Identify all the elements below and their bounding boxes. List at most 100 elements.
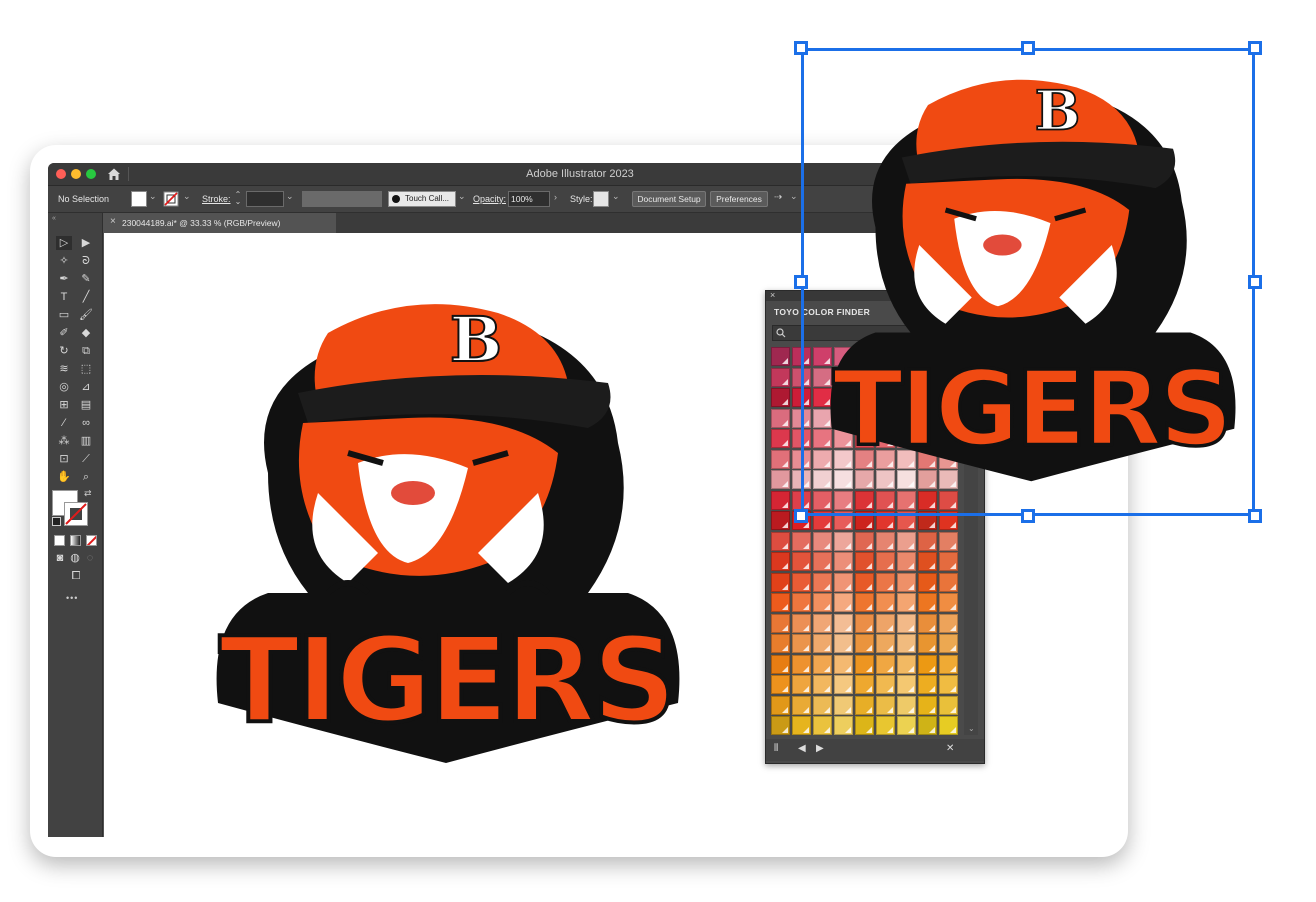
color-swatch[interactable] xyxy=(939,593,958,612)
color-swatch[interactable] xyxy=(897,675,916,694)
color-swatch[interactable] xyxy=(771,511,790,530)
stroke-label[interactable]: Stroke: xyxy=(202,194,231,204)
color-swatch[interactable] xyxy=(876,654,895,674)
color-swatch[interactable] xyxy=(897,572,916,592)
mesh-tool-icon[interactable]: ⊞ xyxy=(56,398,72,412)
color-swatch[interactable] xyxy=(771,552,790,571)
handle-bottom-center[interactable] xyxy=(1021,509,1035,523)
eraser-tool-icon[interactable]: ◆ xyxy=(78,326,94,340)
stroke-weight-field[interactable] xyxy=(246,191,284,207)
hand-icon[interactable]: ✋ xyxy=(56,470,72,484)
color-swatch[interactable] xyxy=(771,572,790,592)
color-swatch[interactable] xyxy=(897,634,916,653)
color-swatch[interactable] xyxy=(897,716,916,735)
color-swatch[interactable] xyxy=(876,593,895,612)
document-tab[interactable]: × 230044189.ai* @ 33.33 % (RGB/Preview) xyxy=(104,213,336,233)
rectangle-tool-icon[interactable]: ▭ xyxy=(56,308,72,322)
stroke-none-icon[interactable] xyxy=(163,191,179,207)
color-swatch[interactable] xyxy=(939,695,958,715)
color-swatch[interactable] xyxy=(876,531,895,551)
default-colors-icon[interactable] xyxy=(52,517,61,526)
color-swatch[interactable] xyxy=(771,593,790,612)
color-swatch[interactable] xyxy=(813,613,832,633)
handle-top-right[interactable] xyxy=(1248,41,1262,55)
draw-behind-icon[interactable]: ◍ xyxy=(67,551,83,565)
color-swatch[interactable] xyxy=(918,654,937,674)
graph-tool-icon[interactable]: ▥ xyxy=(78,434,94,448)
slice-tool-icon[interactable]: ⟋ xyxy=(78,452,94,466)
arrange-dropdown-icon[interactable]: ⌄ xyxy=(790,191,798,202)
draw-inside-icon[interactable]: ◌ xyxy=(82,551,98,565)
color-swatch[interactable] xyxy=(918,634,937,653)
color-swatch[interactable] xyxy=(813,572,832,592)
color-swatch[interactable] xyxy=(792,695,811,715)
color-swatch[interactable] xyxy=(771,716,790,735)
color-swatch[interactable] xyxy=(771,347,790,366)
gradient-tool-icon[interactable]: ▤ xyxy=(78,398,94,412)
color-swatch[interactable] xyxy=(855,654,874,674)
color-swatch[interactable] xyxy=(834,613,853,633)
color-swatch[interactable] xyxy=(939,716,958,735)
color-swatch[interactable] xyxy=(834,634,853,653)
color-swatch[interactable] xyxy=(897,654,916,674)
lasso-icon[interactable]: ᘐ xyxy=(78,254,94,268)
handle-top-left[interactable] xyxy=(794,41,808,55)
preferences-button[interactable]: Preferences xyxy=(710,191,768,207)
color-swatch[interactable] xyxy=(939,552,958,571)
color-swatch[interactable] xyxy=(876,552,895,571)
eyedropper-icon[interactable]: ⁄ xyxy=(56,416,72,430)
color-swatch[interactable] xyxy=(897,695,916,715)
pen-tool-icon[interactable]: ✒ xyxy=(56,272,72,286)
shape-builder-icon[interactable]: ◎ xyxy=(56,380,72,394)
color-swatch[interactable] xyxy=(855,716,874,735)
color-swatch[interactable] xyxy=(771,634,790,653)
next-arrow-icon[interactable]: ▶ xyxy=(816,743,824,754)
color-swatch[interactable] xyxy=(771,613,790,633)
panel-close-icon[interactable]: × xyxy=(770,290,775,300)
stroke-stepper[interactable]: ⌃ ⌄ xyxy=(234,191,242,206)
brush-dropdown-icon[interactable]: ⌄ xyxy=(458,191,466,202)
color-swatch[interactable] xyxy=(939,531,958,551)
graphic-style-swatch[interactable] xyxy=(593,191,609,207)
color-swatch[interactable] xyxy=(792,531,811,551)
color-swatch[interactable] xyxy=(897,531,916,551)
curvature-tool-icon[interactable]: ✎ xyxy=(78,272,94,286)
edit-toolbar-icon[interactable]: ••• xyxy=(66,593,78,603)
handle-middle-left[interactable] xyxy=(794,275,808,289)
fill-dropdown-icon[interactable]: ⌄ xyxy=(149,191,157,202)
color-swatch[interactable] xyxy=(771,408,790,428)
rotate-tool-icon[interactable]: ↻ xyxy=(56,344,72,358)
perspective-grid-icon[interactable]: ⊿ xyxy=(78,380,94,394)
free-transform-icon[interactable]: ⬚ xyxy=(78,362,94,376)
color-swatch[interactable] xyxy=(834,552,853,571)
prev-arrow-icon[interactable]: ◀ xyxy=(798,743,806,754)
color-swatch[interactable] xyxy=(855,695,874,715)
color-swatch[interactable] xyxy=(771,470,790,489)
opacity-field[interactable]: 100% xyxy=(508,191,550,207)
color-swatch[interactable] xyxy=(939,654,958,674)
color-swatch[interactable] xyxy=(897,593,916,612)
color-swatch[interactable] xyxy=(939,675,958,694)
color-swatch[interactable] xyxy=(876,695,895,715)
tiger-logo-artwork[interactable]: B TIGERS xyxy=(208,293,688,773)
swap-fill-stroke-icon[interactable]: ⇄ xyxy=(84,488,92,499)
color-swatch[interactable] xyxy=(834,572,853,592)
warp-tool-icon[interactable]: ≋ xyxy=(56,362,72,376)
none-mode-icon[interactable] xyxy=(86,535,97,546)
color-swatch[interactable] xyxy=(855,634,874,653)
fill-swatch[interactable] xyxy=(131,191,147,207)
stroke-weight-dropdown-icon[interactable]: ⌄ xyxy=(286,191,294,202)
selection-tool-icon[interactable]: ▷ xyxy=(56,236,72,250)
color-swatch[interactable] xyxy=(813,695,832,715)
opacity-arrow-icon[interactable]: › xyxy=(554,192,557,202)
variable-width-profile[interactable] xyxy=(302,191,382,207)
collapse-toolbar-icon[interactable]: « xyxy=(52,215,56,222)
color-swatch[interactable] xyxy=(813,552,832,571)
color-swatch[interactable] xyxy=(876,634,895,653)
color-swatch[interactable] xyxy=(771,675,790,694)
color-swatch[interactable] xyxy=(792,613,811,633)
selection-bounding-box[interactable] xyxy=(801,48,1255,516)
color-swatch[interactable] xyxy=(813,531,832,551)
color-swatch[interactable] xyxy=(792,552,811,571)
color-swatch[interactable] xyxy=(918,572,937,592)
